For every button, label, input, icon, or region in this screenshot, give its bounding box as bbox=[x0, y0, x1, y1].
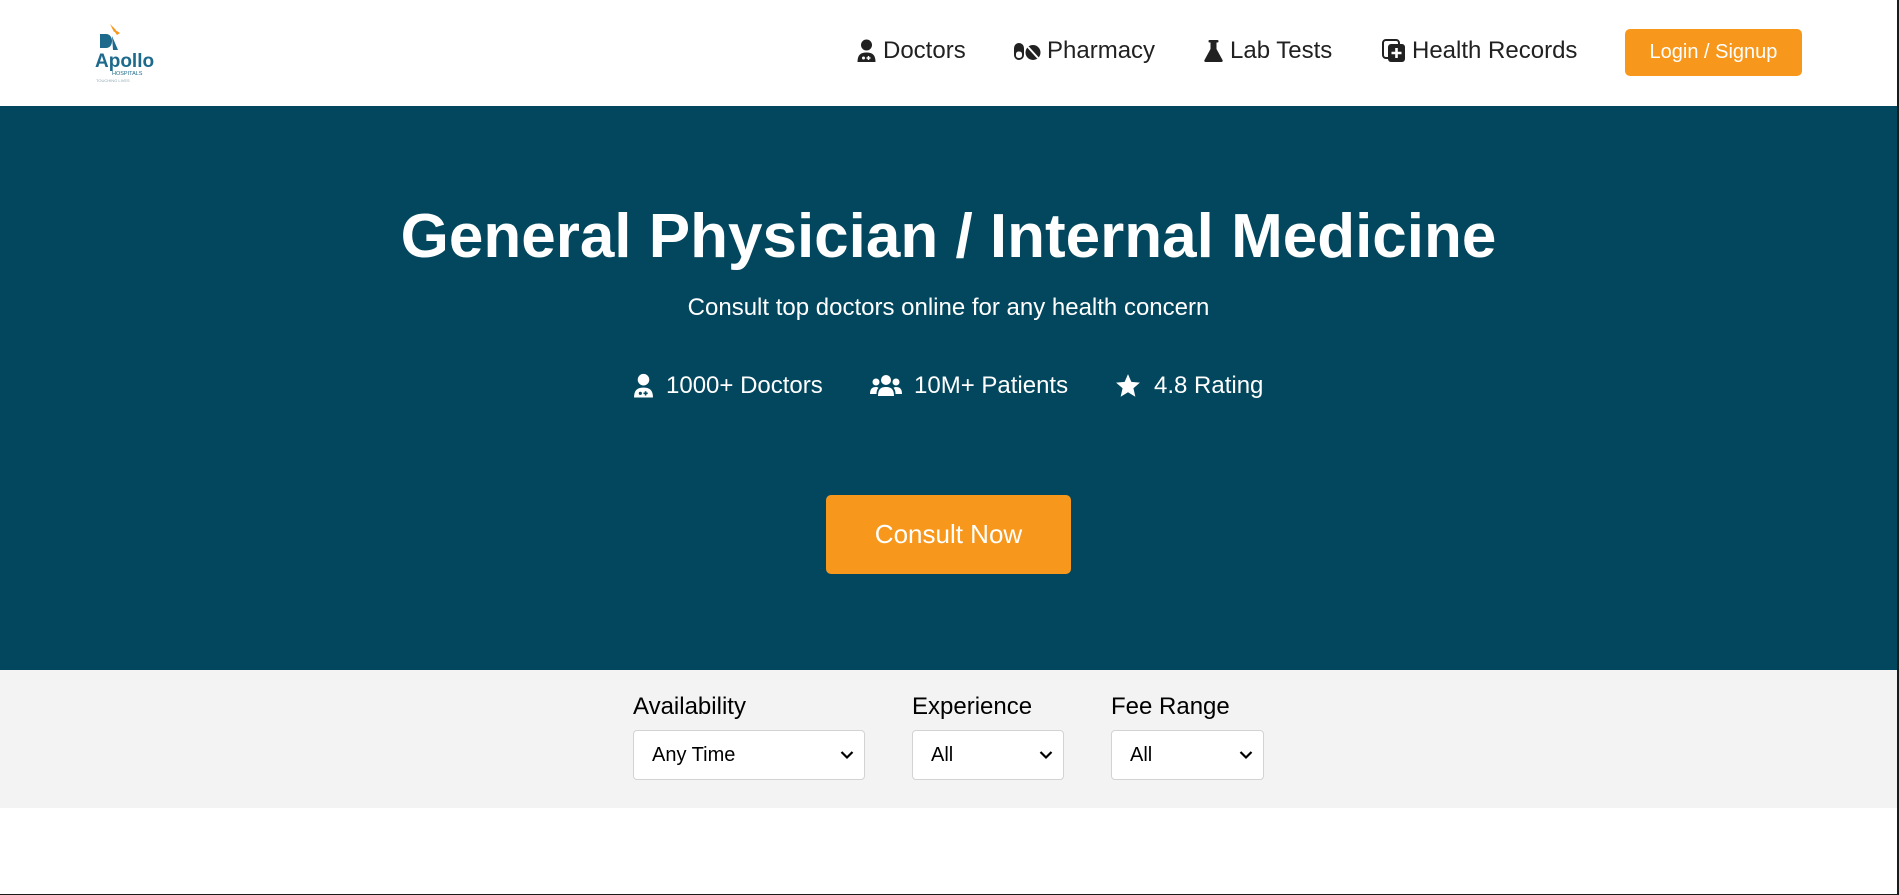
experience-filter: Experience All bbox=[912, 693, 1064, 780]
hero-stats: 1000+ Doctors 10M+ Patients 4.8 Rating bbox=[0, 369, 1897, 403]
hero-subtitle: Consult top doctors online for any healt… bbox=[687, 294, 1210, 321]
fee-range-value: All bbox=[1130, 743, 1153, 766]
stat-doctors-label: 1000+ Doctors bbox=[666, 372, 823, 399]
records-icon bbox=[1382, 39, 1405, 62]
logo-subtext: HOSPITALS bbox=[112, 71, 143, 77]
nav-pharmacy-label: Pharmacy bbox=[1047, 37, 1156, 64]
doctor-icon bbox=[634, 373, 653, 398]
stat-patients: 10M+ Patients bbox=[870, 369, 1068, 403]
availability-value: Any Time bbox=[652, 743, 736, 766]
experience-value: All bbox=[931, 743, 954, 766]
chevron-down-icon bbox=[840, 751, 854, 760]
chevron-down-icon bbox=[1239, 751, 1253, 760]
nav-lab-tests[interactable]: Lab Tests bbox=[1203, 36, 1332, 66]
page-title: General Physician / Internal Medicine bbox=[400, 202, 1497, 271]
stat-patients-label: 10M+ Patients bbox=[914, 372, 1069, 399]
pills-icon bbox=[1014, 43, 1041, 60]
experience-label: Experience bbox=[912, 693, 1033, 720]
nav-doctors[interactable]: Doctors bbox=[856, 36, 966, 66]
site-header: Apollo HOSPITALS TOUCHING LIVES Doctors … bbox=[0, 0, 1897, 106]
login-signup-button[interactable]: Login / Signup bbox=[1625, 29, 1802, 76]
availability-filter: Availability Any Time bbox=[633, 693, 865, 780]
nav-doctors-label: Doctors bbox=[883, 37, 966, 64]
fee-range-label: Fee Range bbox=[1111, 693, 1230, 720]
availability-select[interactable]: Any Time bbox=[633, 730, 865, 780]
logo-text: Apollo bbox=[95, 51, 154, 72]
logo-tagline: TOUCHING LIVES bbox=[96, 78, 130, 83]
fee-range-select[interactable]: All bbox=[1111, 730, 1264, 780]
nav-lab-tests-label: Lab Tests bbox=[1230, 37, 1333, 64]
experience-select[interactable]: All bbox=[912, 730, 1064, 780]
apollo-logo-graphic: Apollo HOSPITALS TOUCHING LIVES bbox=[95, 24, 154, 83]
fee-range-filter: Fee Range All bbox=[1111, 693, 1264, 780]
page: Apollo HOSPITALS TOUCHING LIVES Doctors … bbox=[0, 0, 1899, 895]
doctor-icon bbox=[857, 39, 876, 62]
nav-pharmacy[interactable]: Pharmacy bbox=[1013, 36, 1155, 66]
availability-label: Availability bbox=[633, 693, 746, 720]
star-icon bbox=[1116, 374, 1140, 397]
consult-now-button[interactable]: Consult Now bbox=[826, 495, 1071, 574]
chevron-down-icon bbox=[1039, 751, 1053, 760]
flask-icon bbox=[1204, 40, 1223, 62]
apollo-logo[interactable]: Apollo HOSPITALS TOUCHING LIVES bbox=[92, 20, 156, 84]
stat-doctors: 1000+ Doctors bbox=[633, 369, 823, 403]
stat-rating: 4.8 Rating bbox=[1114, 369, 1263, 403]
stat-rating-label: 4.8 Rating bbox=[1154, 372, 1264, 399]
nav-health-records[interactable]: Health Records bbox=[1382, 36, 1577, 66]
users-icon bbox=[870, 375, 902, 396]
nav-health-records-label: Health Records bbox=[1412, 37, 1578, 64]
hero-section: General Physician / Internal Medicine Co… bbox=[0, 106, 1897, 670]
filters-bar: Availability Any Time Experience All Fee… bbox=[0, 670, 1897, 808]
